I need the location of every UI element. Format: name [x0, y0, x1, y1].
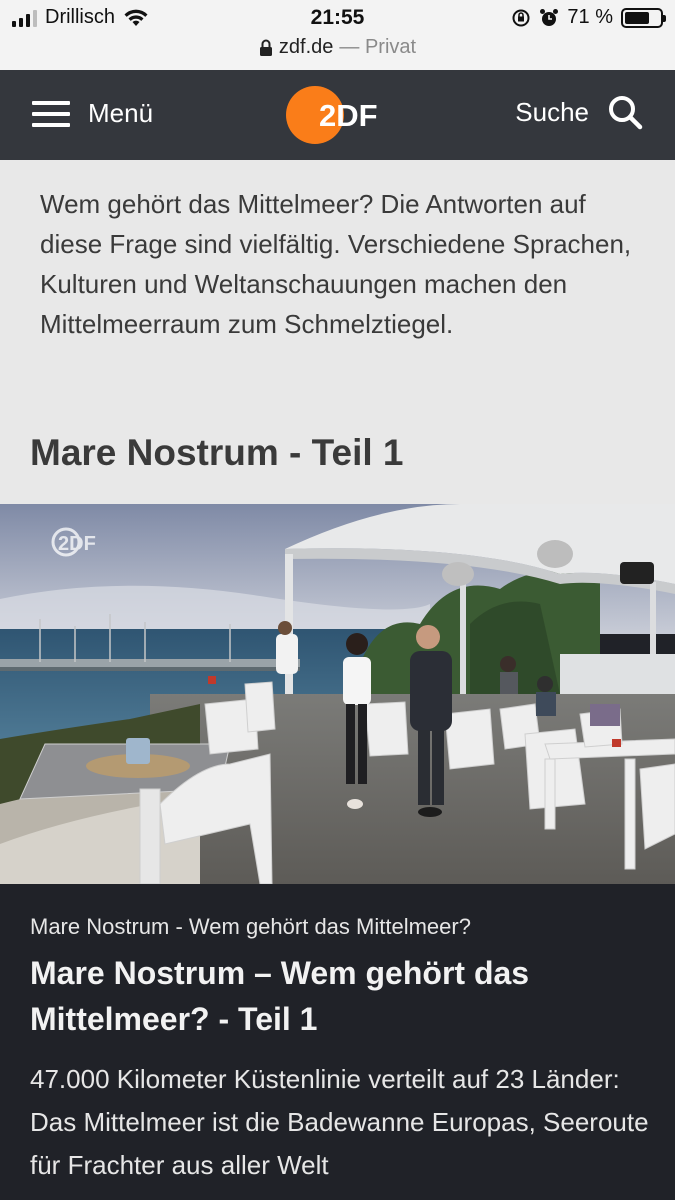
cafe-terrace-scene: 2DF: [0, 504, 675, 884]
zdf-logo[interactable]: 2DF: [285, 85, 395, 145]
battery-percent: 71 %: [567, 6, 613, 28]
url-private-mode: — Privat: [339, 36, 417, 58]
url-domain: zdf.de: [278, 36, 334, 58]
intro-section: Wem gehört das Mittelmeer? Die Antworten…: [0, 160, 675, 504]
search-icon: [609, 96, 643, 130]
logo-text: 2DF: [319, 98, 378, 133]
status-bar: Drillisch 21:55 71 % zdf.de — Privat: [0, 0, 675, 70]
search-label: Suche: [515, 96, 589, 127]
search-button[interactable]: Suche: [515, 94, 643, 130]
episode-teaser: 47.000 Kilometer Küstenlinie verteilt au…: [30, 1064, 649, 1180]
episode-image[interactable]: 2DF: [0, 504, 675, 884]
episode-series-title: Mare Nostrum - Wem gehört das Mittelmeer…: [30, 914, 471, 939]
site-header: Menü 2DF Suche: [0, 70, 675, 160]
episode-card[interactable]: Mare Nostrum - Wem gehört das Mittelmeer…: [0, 884, 675, 1200]
alarm-icon: [540, 8, 559, 26]
image-watermark: 2DF: [58, 533, 96, 555]
menu-label: Menü: [88, 98, 154, 128]
status-right: 71 %: [511, 6, 666, 29]
section-title: Mare Nostrum - Teil 1: [30, 432, 404, 473]
orientation-lock-icon: [512, 9, 530, 26]
intro-text: Wem gehört das Mittelmeer? Die Antworten…: [40, 189, 632, 339]
hamburger-icon: [32, 100, 70, 127]
battery-icon: [621, 7, 666, 28]
url-bar[interactable]: zdf.de — Privat: [0, 36, 675, 59]
episode-headline[interactable]: Mare Nostrum – Wem gehört das Mittelmeer…: [30, 950, 650, 1042]
menu-button[interactable]: Menü: [32, 98, 153, 129]
lock-icon: [259, 39, 272, 56]
